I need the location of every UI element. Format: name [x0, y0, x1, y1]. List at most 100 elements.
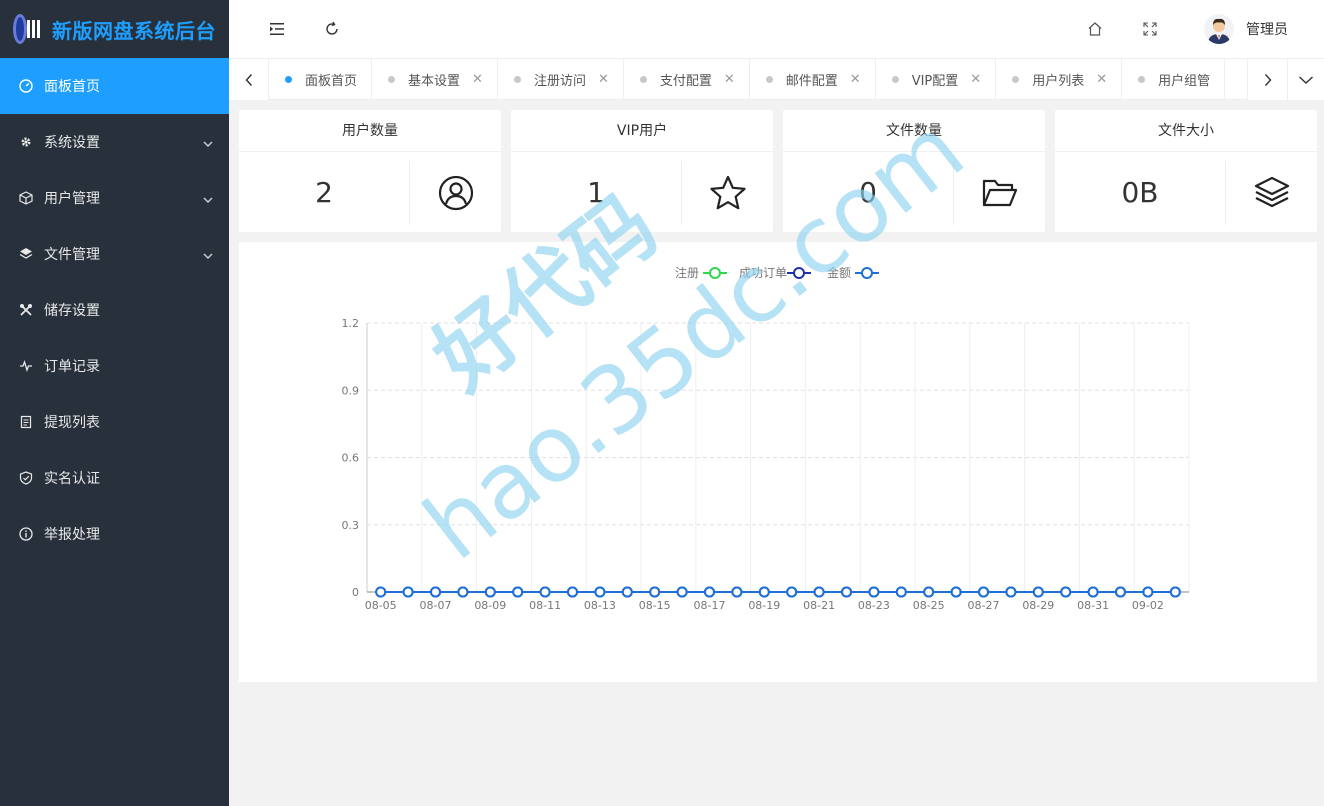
- home-button[interactable]: [1083, 17, 1107, 41]
- card-title: 文件大小: [1055, 110, 1317, 152]
- series-point: [512, 586, 524, 598]
- tab-strip: 面板首页 基本设置 ✕ 注册访问 ✕ 支付配置 ✕ 邮件配置 ✕ VIP配置 ✕ 用户列表 ✕ 用户组管: [269, 59, 1247, 100]
- chevron-down-icon: [203, 136, 213, 152]
- tab-3[interactable]: 支付配置 ✕: [624, 59, 750, 100]
- header: 管理员: [229, 0, 1324, 58]
- series-point: [841, 586, 852, 598]
- sidebar-item-5[interactable]: 订单记录: [0, 338, 229, 394]
- fullscreen-button[interactable]: [1138, 17, 1162, 41]
- y-tick-label: 0: [352, 586, 359, 599]
- legend-marker-0: [709, 267, 721, 279]
- sidebar-item-7[interactable]: 实名认证: [0, 450, 229, 506]
- gear-icon: [18, 134, 34, 150]
- close-icon[interactable]: ✕: [1096, 72, 1107, 87]
- card-title: 用户数量: [239, 110, 501, 152]
- tabs-scroll-right-button[interactable]: [1247, 59, 1287, 100]
- sidebar-item-label: 储存设置: [44, 303, 100, 319]
- x-tick-label: 08-09: [474, 599, 506, 612]
- close-icon[interactable]: ✕: [970, 72, 981, 87]
- y-tick-label: 1.2: [342, 317, 360, 330]
- x-tick-label: 08-23: [858, 599, 890, 612]
- sidebar-item-label: 面板首页: [44, 79, 100, 95]
- layers-icon: [1226, 153, 1317, 232]
- user-name: 管理员: [1246, 22, 1288, 38]
- tab-4[interactable]: 邮件配置 ✕: [750, 59, 876, 100]
- shield-check-icon: [18, 470, 34, 486]
- series-point: [868, 586, 880, 598]
- card-value: 1: [587, 176, 605, 209]
- sidebar-item-1[interactable]: 系统设置: [0, 114, 229, 170]
- user-menu[interactable]: 管理员: [1204, 12, 1288, 46]
- stat-card-vip: VIP用户 1: [511, 110, 773, 232]
- stats-chart-panel: 0 0.3 0.6 0.9 1.2 08-05 08-07 08-09 08-11 08-13 08…: [239, 242, 1317, 682]
- chevron-down-icon: [203, 192, 213, 208]
- logo-icon: [8, 11, 44, 47]
- series-point: [649, 586, 661, 598]
- pulse-icon: [18, 358, 34, 374]
- x-tick-label: 08-05: [365, 599, 397, 612]
- series-point: [484, 586, 496, 598]
- tab-2[interactable]: 注册访问 ✕: [498, 59, 624, 100]
- card-value: 2: [315, 176, 333, 209]
- legend-marker-1: [793, 267, 805, 279]
- stat-card-size: 文件大小 0B: [1055, 110, 1317, 232]
- series-point: [758, 586, 770, 598]
- y-tick-label: 0.9: [342, 384, 360, 397]
- sidebar-item-label: 用户管理: [44, 191, 100, 207]
- series-point: [402, 586, 414, 598]
- series-point: [1115, 586, 1126, 598]
- card-title: VIP用户: [511, 110, 773, 152]
- sidebar-item-4[interactable]: 储存设置: [0, 282, 229, 338]
- y-tick-label: 0.6: [342, 452, 360, 465]
- series-point: [1169, 586, 1181, 598]
- legend-marker-2: [861, 267, 873, 279]
- sidebar-item-label: 实名认证: [44, 471, 100, 487]
- dashboard-icon: [18, 78, 34, 94]
- series-point: [704, 586, 715, 598]
- sidebar-item-6[interactable]: 提现列表: [0, 394, 229, 450]
- tab-1[interactable]: 基本设置 ✕: [372, 59, 498, 100]
- tab-dot: [765, 76, 773, 83]
- close-icon[interactable]: ✕: [472, 72, 483, 87]
- sidebar-item-8[interactable]: 举报处理: [0, 506, 229, 562]
- close-icon[interactable]: ✕: [850, 72, 861, 87]
- x-tick-label: 08-29: [1022, 599, 1054, 612]
- legend-label-1: 成功订单: [739, 266, 787, 280]
- info-icon: [18, 526, 34, 542]
- tab-0[interactable]: 面板首页: [269, 59, 373, 100]
- close-icon[interactable]: ✕: [598, 72, 609, 87]
- logo[interactable]: 新版网盘系统后台: [0, 0, 229, 58]
- tab-label: 用户列表: [1032, 74, 1085, 89]
- menu-collapse-button[interactable]: [265, 17, 289, 41]
- sidebar-item-label: 文件管理: [44, 247, 100, 263]
- series-point: [457, 586, 469, 598]
- tabs-menu-button[interactable]: [1287, 59, 1324, 100]
- sidebar-nav: 面板首页系统设置用户管理文件管理储存设置订单记录 提现列表实名认证举报处理: [0, 58, 229, 562]
- series-point: [539, 586, 551, 598]
- series-point: [1032, 586, 1044, 598]
- x-tick-label: 08-21: [803, 599, 835, 612]
- x-tick-label: 08-11: [529, 599, 561, 612]
- series-point: [786, 586, 798, 598]
- legend-label-0: 注册: [675, 265, 699, 280]
- sidebar: 新版网盘系统后台 面板首页系统设置用户管理文件管理储存设置订单记录 提现列表实名认…: [0, 0, 229, 806]
- tab-5[interactable]: VIP配置 ✕: [876, 59, 997, 100]
- close-icon[interactable]: ✕: [724, 72, 735, 87]
- tab-6[interactable]: 用户列表 ✕: [996, 59, 1123, 100]
- series-point: [567, 586, 578, 598]
- tabs-scroll-left-button[interactable]: [229, 59, 269, 100]
- sidebar-item-0[interactable]: 面板首页: [0, 58, 229, 114]
- x-tick-label: 08-15: [639, 599, 671, 612]
- sidebar-item-label: 举报处理: [44, 527, 100, 543]
- sidebar-item-3[interactable]: 文件管理: [0, 226, 229, 282]
- sidebar-item-2[interactable]: 用户管理: [0, 170, 229, 226]
- refresh-button[interactable]: [320, 17, 344, 41]
- x-tick-label: 08-17: [694, 599, 726, 612]
- tab-label: 邮件配置: [785, 74, 838, 89]
- chevron-left-icon: [245, 73, 252, 86]
- series-point: [676, 586, 688, 598]
- tab-dot: [891, 76, 899, 83]
- tab-7[interactable]: 用户组管: [1122, 59, 1226, 100]
- series-point: [731, 586, 743, 598]
- series-point: [375, 586, 387, 598]
